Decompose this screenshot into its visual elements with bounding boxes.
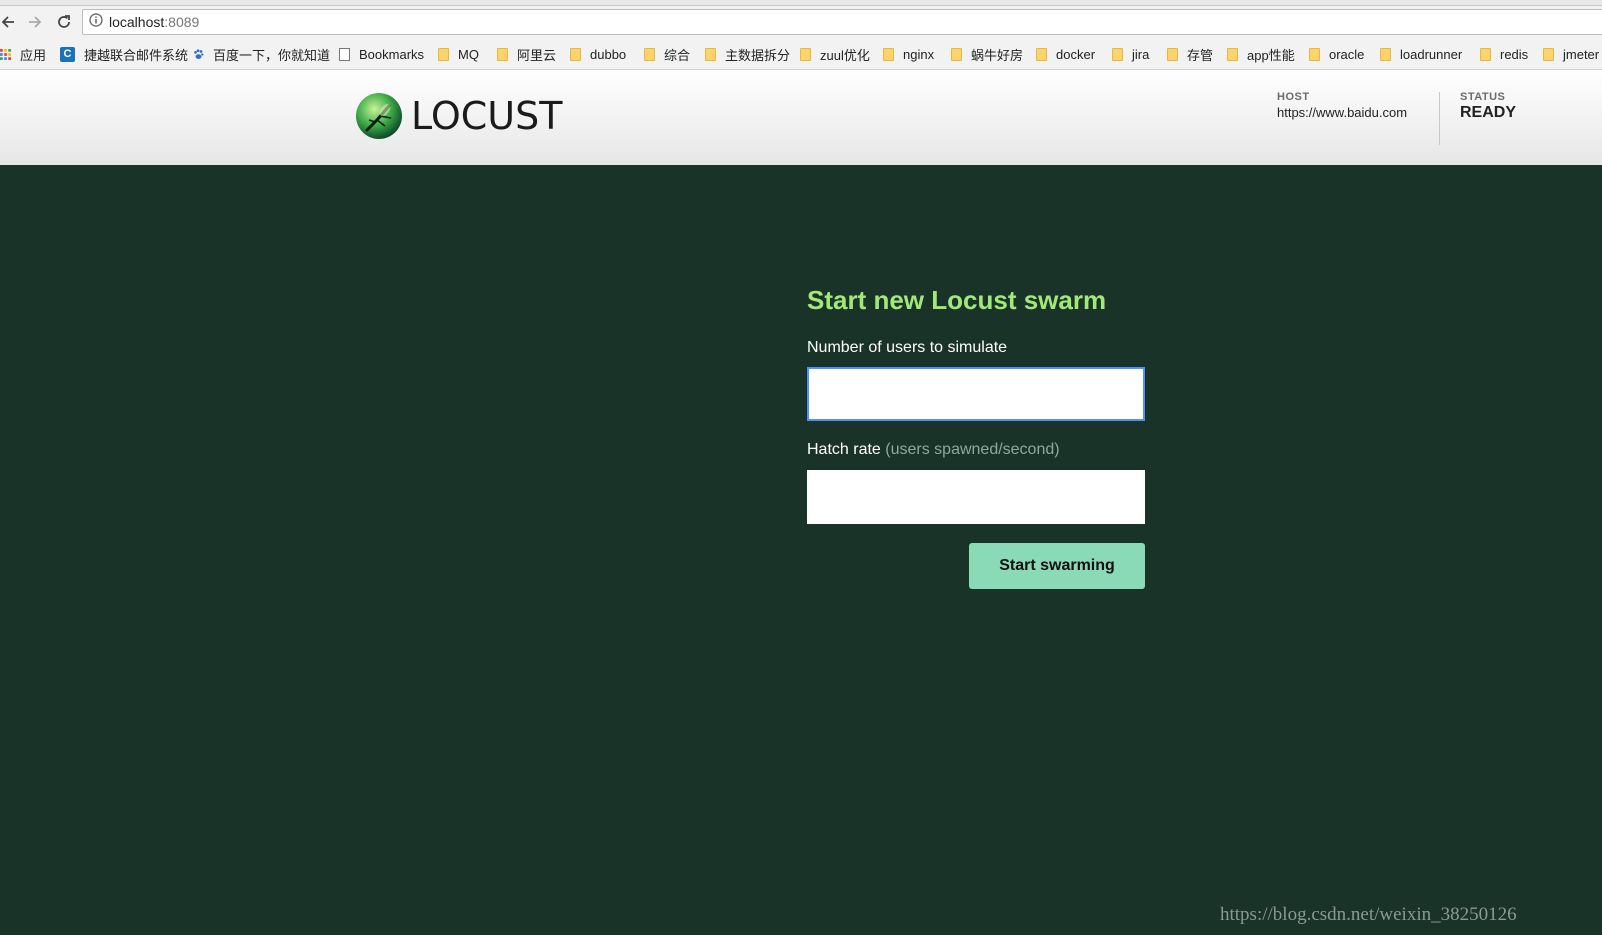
- folder-icon: [1543, 47, 1554, 61]
- folder-icon: [883, 47, 894, 61]
- folder-icon: [951, 47, 962, 61]
- locust-logo[interactable]: LOCUST: [355, 92, 562, 140]
- start-swarming-button[interactable]: Start swarming: [969, 543, 1145, 589]
- bookmark-label: nginx: [903, 46, 935, 62]
- folder-icon: [1036, 47, 1047, 61]
- locust-logo-icon: [356, 93, 402, 139]
- bookmark-zuul[interactable]: zuul优化: [800, 45, 870, 63]
- folder-icon: [1227, 47, 1238, 61]
- hatch-rate-label: Hatch rate (users spawned/second): [807, 441, 1060, 459]
- users-label: Number of users to simulate: [807, 339, 1008, 356]
- folder-icon: [1167, 47, 1178, 61]
- folder-icon: [570, 47, 581, 61]
- bookmark-master-data[interactable]: 主数据拆分: [705, 45, 790, 63]
- bookmark-nginx[interactable]: nginx: [883, 45, 934, 63]
- bookmark-aliyun[interactable]: 阿里云: [497, 45, 556, 63]
- bookmark-oracle[interactable]: oracle: [1309, 45, 1364, 63]
- hatch-rate-input[interactable]: [807, 470, 1145, 524]
- forward-icon[interactable]: [23, 10, 47, 34]
- bookmark-label: 阿里云: [517, 47, 557, 63]
- bookmark-label: oracle: [1329, 46, 1365, 62]
- bookmark-docker[interactable]: docker: [1036, 45, 1095, 63]
- bookmark-loadrunner[interactable]: loadrunner: [1380, 45, 1462, 63]
- app-header: LOCUST HOST https://www.baidu.com STATUS…: [0, 70, 1602, 165]
- bookmark-mail-system[interactable]: C 捷越联合邮件系统: [60, 45, 188, 63]
- c-logo-icon: C: [60, 46, 75, 62]
- hatch-rate-label-text: Hatch rate: [807, 441, 881, 458]
- bookmark-mq[interactable]: MQ: [438, 45, 479, 63]
- bookmark-cunguan[interactable]: 存管: [1167, 45, 1213, 63]
- header-divider: [1439, 92, 1440, 145]
- status-block: STATUS READY: [1460, 91, 1516, 122]
- bookmark-label: 蜗牛好房: [971, 47, 1024, 63]
- folder-icon: [497, 47, 508, 61]
- bookmark-label: MQ: [458, 46, 479, 62]
- bookmark-label: 百度一下，你就知道: [213, 47, 331, 63]
- bookmark-label: 应用: [20, 47, 47, 63]
- page-icon: [339, 47, 350, 61]
- bookmark-woniu[interactable]: 蜗牛好房: [951, 45, 1023, 63]
- status-value: READY: [1460, 104, 1517, 121]
- bookmark-jira[interactable]: jira: [1112, 45, 1149, 63]
- folder-icon: [438, 47, 449, 61]
- folder-icon: [1112, 47, 1123, 61]
- folder-icon: [1309, 47, 1320, 61]
- host-value: https://www.baidu.com: [1277, 105, 1408, 120]
- bookmark-label: 存管: [1187, 47, 1214, 63]
- bookmark-label: zuul优化: [820, 47, 870, 63]
- bookmark-label: app性能: [1247, 47, 1295, 63]
- host-block: HOST https://www.baidu.com: [1277, 91, 1407, 120]
- bookmark-jmeter[interactable]: jmeter: [1543, 45, 1599, 63]
- logo-wordmark: LOCUST: [411, 94, 563, 138]
- bookmark-label: dubbo: [590, 46, 627, 62]
- bookmark-apps[interactable]: 应用: [0, 45, 46, 63]
- folder-icon: [800, 47, 811, 61]
- folder-icon: [705, 47, 716, 61]
- folder-icon: [644, 47, 655, 61]
- url-port: :8089: [164, 14, 200, 30]
- host-label: HOST: [1277, 91, 1310, 103]
- bookmark-baidu[interactable]: 百度一下，你就知道: [193, 45, 330, 63]
- back-icon[interactable]: [0, 10, 20, 34]
- bookmark-label: redis: [1500, 46, 1529, 62]
- baidu-paw-icon: [194, 48, 204, 59]
- bookmark-label: 综合: [664, 47, 691, 63]
- form-title: Start new Locust swarm: [807, 285, 1107, 315]
- users-input[interactable]: [807, 367, 1145, 421]
- bookmark-bookmarks[interactable]: Bookmarks: [339, 45, 424, 63]
- folder-icon: [1480, 47, 1491, 61]
- bookmark-app-perf[interactable]: app性能: [1227, 45, 1295, 63]
- bookmark-label: docker: [1056, 46, 1096, 62]
- bookmark-label: Bookmarks: [359, 46, 425, 62]
- url-host: localhost: [109, 14, 165, 30]
- bookmark-label: 主数据拆分: [725, 47, 791, 63]
- watermark: https://blog.csdn.net/weixin_38250126: [1220, 904, 1517, 925]
- bookmark-zonghe[interactable]: 综合: [644, 45, 690, 63]
- bookmark-label: 捷越联合邮件系统: [84, 47, 189, 63]
- apps-grid-icon: [0, 48, 11, 60]
- bookmark-label: loadrunner: [1400, 46, 1463, 62]
- browser-toolbar: localhost:8089: [0, 6, 1602, 38]
- folder-icon: [1380, 47, 1391, 61]
- hatch-rate-hint: (users spawned/second): [885, 441, 1060, 458]
- bookmark-dubbo[interactable]: dubbo: [570, 45, 626, 63]
- bookmark-label: jira: [1132, 46, 1150, 62]
- reload-icon[interactable]: [52, 10, 76, 34]
- status-label: STATUS: [1460, 91, 1506, 103]
- site-info-icon[interactable]: [89, 12, 103, 32]
- bookmark-label: jmeter: [1563, 46, 1600, 62]
- bookmark-redis[interactable]: redis: [1480, 45, 1528, 63]
- bookmarks-bar: 应用 C 捷越联合邮件系统 百度一下，你就知道 Bookmarks MQ 阿里云…: [0, 38, 1602, 70]
- address-bar[interactable]: localhost:8089: [82, 9, 1602, 35]
